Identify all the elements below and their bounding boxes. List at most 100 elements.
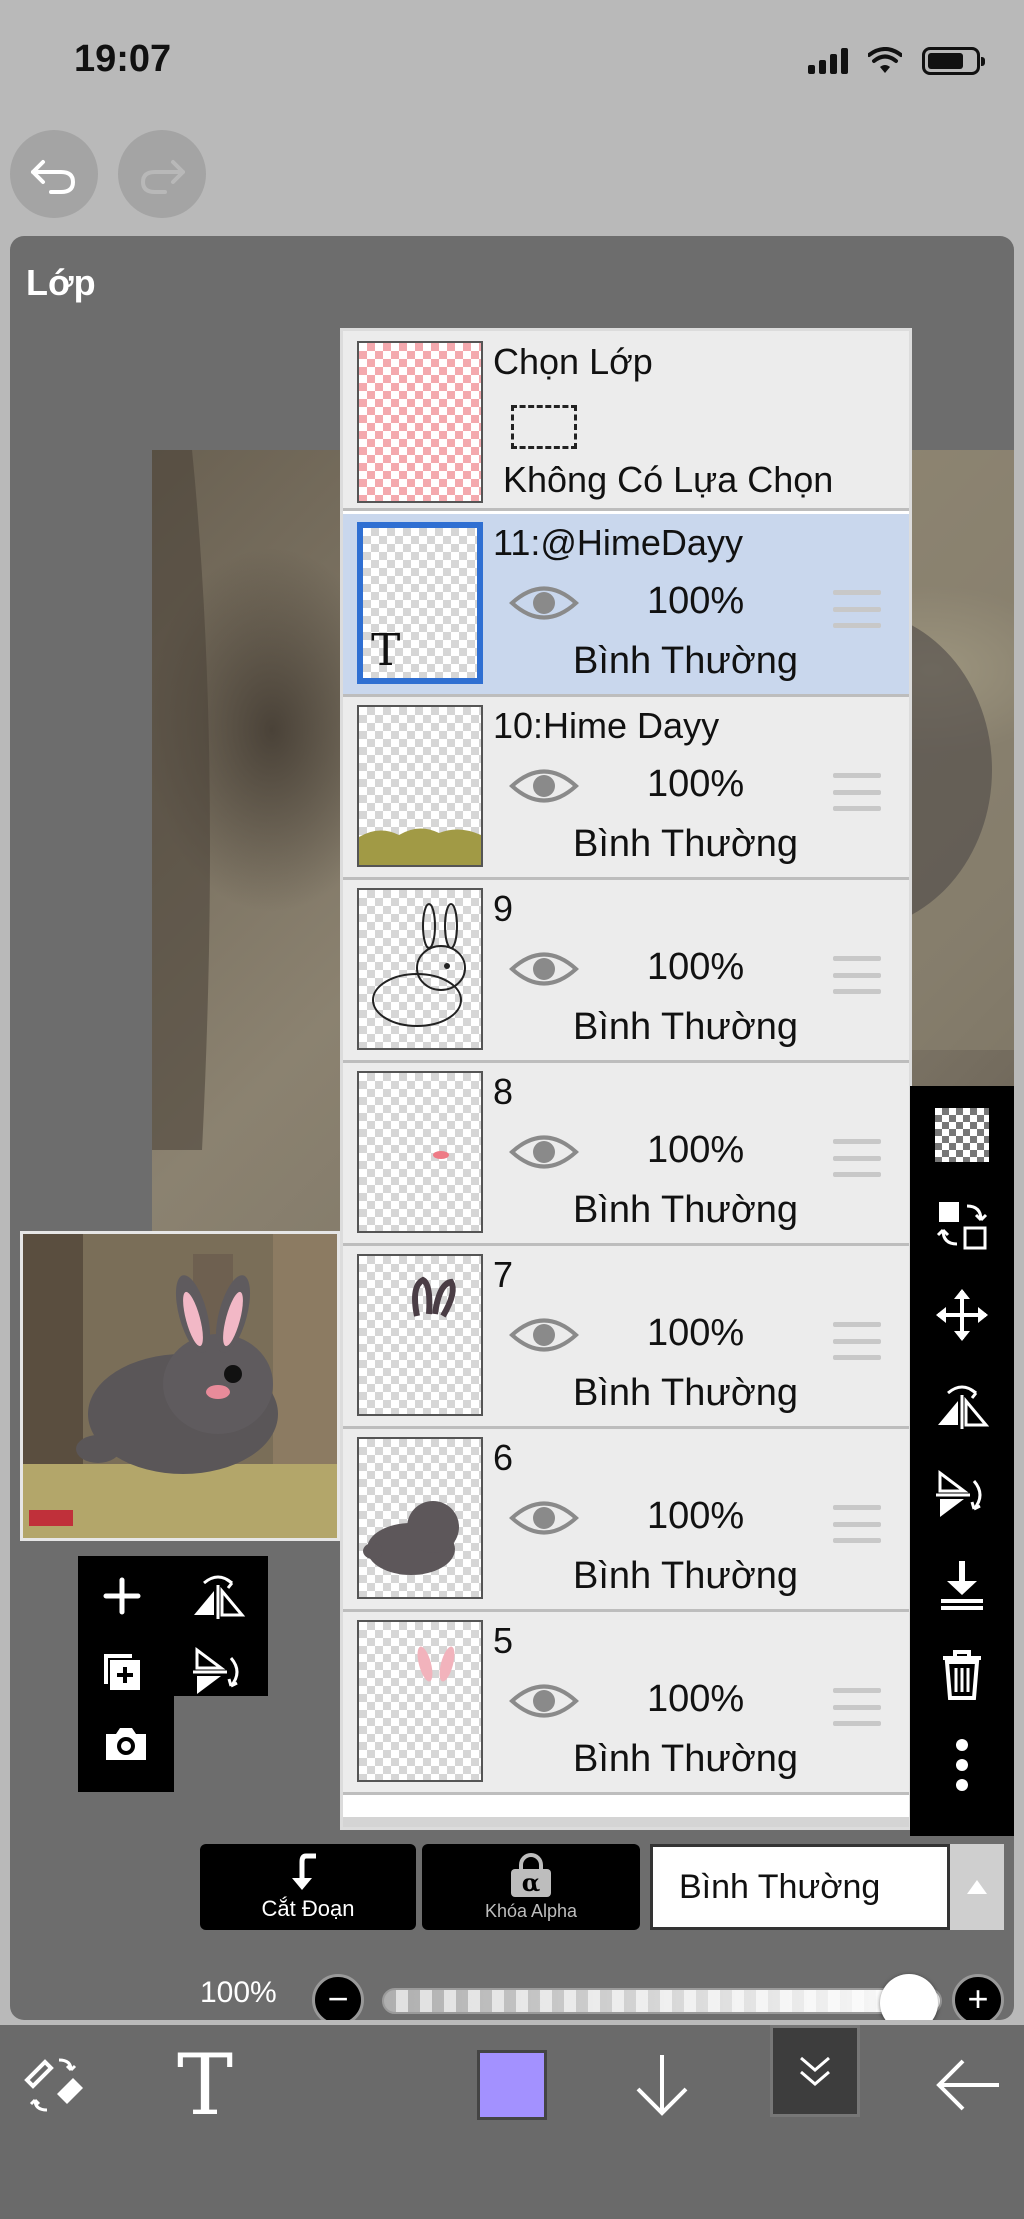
text-layer-icon: T [371,625,401,676]
move-button[interactable] [914,1270,1010,1360]
drag-handle-icon[interactable] [833,1688,881,1726]
duplicate-layer-button[interactable] [82,1642,162,1702]
layer-blend-mode: Bình Thường [573,1555,799,1597]
flip-horizontal-button[interactable] [178,1556,258,1636]
lock-icon: α [511,1852,551,1897]
eye-icon [509,952,579,986]
visibility-toggle[interactable] [509,580,579,626]
visibility-toggle[interactable] [509,1495,579,1541]
flip-layer-horizontal-button[interactable] [914,1360,1010,1450]
back-button[interactable] [928,2045,1008,2125]
layer-name: 6 [493,1437,514,1478]
caret-up-icon [967,1880,987,1894]
layer-list[interactable]: Chọn Lớp Không Có Lựa Chọn T 11:@HimeDayy… [340,328,912,1830]
flip-vertical-button[interactable] [178,1642,258,1702]
eye-icon [509,769,579,803]
layer-row[interactable]: 7 100% Bình Thường [343,1246,909,1429]
layer-panel: Lớp Chọn Lớp Không Có Lựa Chọn T 11:@Him… [10,236,1014,2020]
chevron-double-down-icon [800,2056,830,2086]
layer-row-partial[interactable] [343,1817,909,1827]
layer-opacity: 100% [647,1312,745,1354]
camera-icon [106,1728,146,1760]
add-layer-icon [103,1577,141,1615]
layer-row[interactable]: 8 100% Bình Thường [343,1063,909,1246]
drag-handle-icon[interactable] [833,1322,881,1360]
camera-pad [78,1696,174,1792]
add-layer-button[interactable] [82,1556,162,1636]
brush-eraser-icon [24,2058,83,2112]
alpha-lock-button[interactable]: α Khóa Alpha [422,1844,640,1930]
opacity-label: 100% [200,1976,277,2009]
layer-thumbnail [357,705,483,867]
layer-thumbnail: T [357,522,483,684]
signal-icon [808,48,848,74]
layer-name: 11:@HimeDayy [493,522,743,563]
clipping-button[interactable]: Cắt Đoạn [200,1844,416,1930]
delete-layer-button[interactable] [914,1630,1010,1720]
drag-handle-icon[interactable] [833,1505,881,1543]
drag-handle-icon[interactable] [833,590,881,628]
merge-down-button[interactable] [914,1540,1010,1630]
layer-opacity: 100% [647,1129,745,1171]
brush-eraser-button[interactable] [14,2045,94,2125]
layer-thumbnail [357,1620,483,1782]
marquee-icon [511,405,577,449]
collapse-panel-button[interactable] [770,2025,860,2117]
layer-opacity: 100% [647,946,745,988]
blend-mode-dropdown-button[interactable] [950,1844,1004,1930]
layer-blend-mode: Bình Thường [573,1372,799,1414]
visibility-toggle[interactable] [509,1678,579,1724]
opacity-slider-knob[interactable] [880,1974,938,2020]
selection-row[interactable]: Chọn Lớp Không Có Lựa Chọn [343,331,909,511]
arrow-down-icon [636,2055,688,2116]
layer-row[interactable]: 6 100% Bình Thường [343,1429,909,1612]
selection-title: Chọn Lớp [493,341,653,382]
layer-row[interactable]: T 11:@HimeDayy 100% Bình Thường [343,514,909,697]
color-button[interactable] [472,2045,552,2125]
layer-blend-mode: Bình Thường [573,1006,799,1048]
visibility-toggle[interactable] [509,946,579,992]
transfer-icon [936,1202,988,1250]
drag-handle-icon[interactable] [833,956,881,994]
opacity-slider[interactable] [382,1988,942,2014]
redo-icon [140,160,185,194]
layer-opacity: 100% [647,1678,745,1720]
layer-row[interactable]: 10:Hime Dayy 100% Bình Thường [343,697,909,880]
wifi-icon [868,47,902,73]
flip-horizontal-icon [938,1385,990,1429]
move-icon [936,1289,988,1341]
opacity-increase-button[interactable]: + [952,1974,1004,2020]
transfer-button[interactable] [914,1180,1010,1270]
blend-mode-select[interactable]: Bình Thường [650,1844,950,1930]
opacity-decrease-button[interactable]: − [312,1974,364,2020]
duplicate-layer-icon [104,1654,140,1690]
undo-icon [31,160,76,194]
redo-button[interactable] [118,130,206,218]
text-tool-button[interactable]: T [160,2035,250,2135]
drag-handle-icon[interactable] [833,1139,881,1177]
layer-name: 10:Hime Dayy [493,705,720,746]
layer-thumbnail [357,1071,483,1233]
layer-row[interactable]: 5 100% Bình Thường [343,1612,909,1795]
current-color-swatch [477,2050,547,2120]
visibility-toggle[interactable] [509,1129,579,1175]
selection-thumbnail [357,341,483,503]
layer-row[interactable]: 9 100% Bình Thường [343,880,909,1063]
transparent-fill-button[interactable] [914,1090,1010,1180]
more-icon [956,1739,968,1791]
move-down-button[interactable] [622,2045,702,2125]
layer-thumbnail [357,1254,483,1416]
drag-handle-icon[interactable] [833,773,881,811]
undo-button[interactable] [10,130,98,218]
more-options-button[interactable] [914,1720,1010,1810]
flip-layer-vertical-button[interactable] [914,1450,1010,1540]
layer-opacity: 100% [647,763,745,805]
layer-blend-mode: Bình Thường [573,1738,799,1780]
visibility-toggle[interactable] [509,763,579,809]
canvas-preview-thumbnail[interactable] [20,1231,340,1541]
layer-thumbnail [357,1437,483,1599]
bottom-toolbar: T [0,2025,1024,2219]
camera-button[interactable] [86,1704,166,1784]
layer-blend-mode: Bình Thường [573,640,799,682]
visibility-toggle[interactable] [509,1312,579,1358]
